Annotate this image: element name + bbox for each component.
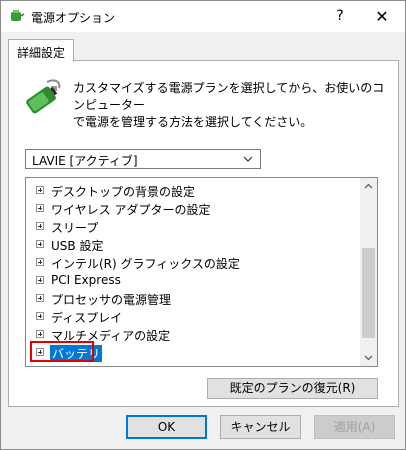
tab-advanced-settings[interactable]: 詳細設定	[8, 39, 74, 62]
expand-icon[interactable]	[36, 204, 44, 212]
expand-icon[interactable]	[36, 312, 44, 320]
close-button[interactable]: ✕	[359, 1, 405, 32]
description-text: カスタマイズする電源プランを選択してから、お使いのコンピューター で電源を管理す…	[73, 81, 385, 129]
tree-item-label: PCI Express	[51, 273, 121, 287]
ok-button[interactable]: OK	[126, 415, 207, 439]
title-bar: 電源オプション ? ✕	[1, 1, 405, 32]
expand-icon[interactable]	[36, 330, 44, 338]
settings-tree[interactable]: デスクトップの背景の設定 ワイヤレス アダプターの設定 スリープ USB 設定 …	[25, 177, 378, 367]
tree-item-label: スリープ	[51, 221, 99, 235]
power-options-icon	[11, 10, 25, 21]
tree-item-label: ディスプレイ	[51, 311, 123, 325]
tab-label: 詳細設定	[17, 46, 66, 60]
battery-icon	[26, 79, 61, 114]
expand-icon[interactable]	[36, 240, 44, 248]
power-options-window: 電源オプション ? ✕ 詳細設定 カスタマイズする電源プランを選択してから、お使…	[0, 0, 406, 450]
power-plan-value: LAVIE [アクティブ]	[32, 154, 138, 168]
apply-button[interactable]: 適用(A)	[314, 415, 395, 439]
tree-item-label: USB 設定	[51, 239, 104, 253]
scroll-thumb[interactable]	[362, 248, 375, 338]
cancel-button[interactable]: キャンセル	[220, 415, 301, 439]
expand-icon[interactable]	[36, 258, 44, 266]
chevron-down-icon	[243, 156, 253, 162]
expand-icon[interactable]	[36, 222, 44, 230]
scroll-up-icon[interactable]	[360, 178, 377, 195]
tree-item-label: デスクトップの背景の設定	[51, 185, 196, 199]
expand-icon[interactable]	[36, 186, 44, 194]
tree-item-label: ワイヤレス アダプターの設定	[51, 203, 211, 217]
expand-icon[interactable]	[36, 294, 44, 302]
power-plan-dropdown[interactable]: LAVIE [アクティブ]	[25, 149, 261, 169]
expand-icon[interactable]	[36, 276, 44, 284]
battery-highlight-box	[30, 341, 94, 362]
restore-default-plan-button[interactable]: 既定のプランの復元(R)	[207, 378, 378, 399]
help-button[interactable]: ?	[323, 1, 357, 32]
window-title: 電源オプション	[31, 11, 116, 25]
tree-item-label: インテル(R) グラフィックスの設定	[51, 257, 240, 271]
tree-item-label: プロセッサの電源管理	[51, 293, 172, 307]
scroll-down-icon[interactable]	[360, 349, 377, 366]
tree-scrollbar[interactable]	[360, 178, 377, 366]
